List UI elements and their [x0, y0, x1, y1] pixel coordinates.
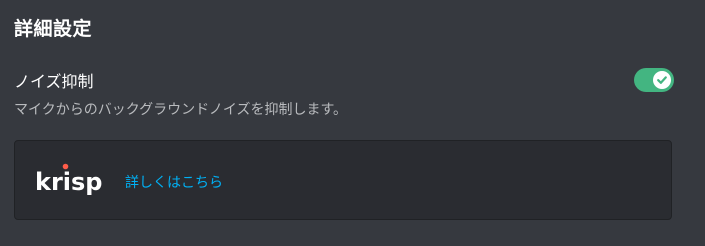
checkmark-icon: [657, 76, 667, 84]
learn-more-link[interactable]: 詳しくはこちら: [125, 172, 223, 192]
krisp-logo-text: krisp: [35, 168, 103, 196]
krisp-card: krisp 詳しくはこちら: [14, 140, 672, 220]
section-title: 詳細設定: [14, 18, 93, 40]
noise-suppression-description: マイクからのバックグラウンドノイズを抑制します。: [14, 102, 348, 118]
krisp-logo: krisp: [35, 163, 103, 196]
noise-suppression-toggle[interactable]: [634, 68, 674, 92]
noise-suppression-label: ノイズ抑制: [14, 72, 94, 91]
krisp-logo-dot: [62, 163, 69, 170]
toggle-knob: [653, 71, 671, 89]
